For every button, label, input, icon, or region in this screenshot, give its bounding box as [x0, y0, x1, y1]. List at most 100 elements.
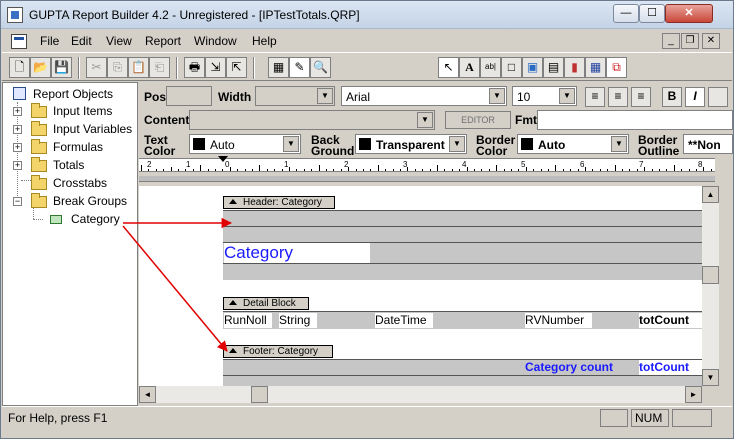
header-band-label[interactable]: Header: Category: [223, 196, 335, 209]
string-field[interactable]: String: [279, 313, 317, 328]
tree-item-input-variables[interactable]: + Input Variables: [3, 121, 137, 138]
menu-edit[interactable]: Edit: [71, 34, 92, 48]
break-groups-button[interactable]: ⧉: [606, 57, 627, 78]
cut-button[interactable]: ✂: [86, 57, 107, 78]
detail-band-label[interactable]: Detail Block: [223, 297, 309, 310]
expand-icon[interactable]: +: [13, 107, 22, 116]
expand-icon[interactable]: +: [13, 143, 22, 152]
dropdown-arrow-icon[interactable]: ▼: [417, 112, 433, 128]
horizontal-scrollbar[interactable]: ◄ ►: [139, 386, 702, 403]
dropdown-arrow-icon[interactable]: ▼: [317, 88, 333, 104]
ruler-indent-marker-icon[interactable]: [218, 156, 228, 162]
fmt-field[interactable]: [537, 110, 733, 130]
paste-special-button[interactable]: ⎗: [149, 57, 170, 78]
preview-button[interactable]: 🔍: [310, 57, 331, 78]
width-label: Width: [218, 90, 252, 104]
minimize-button[interactable]: —: [613, 4, 639, 23]
align-left-icon[interactable]: ≡: [585, 87, 605, 107]
tree-item-report-objects[interactable]: Report Objects: [7, 86, 137, 103]
underline-icon[interactable]: [708, 87, 728, 107]
chart-tool-button[interactable]: ▮: [564, 57, 585, 78]
pos-field[interactable]: [166, 86, 212, 106]
tree-item-break-groups[interactable]: − Break Groups: [3, 193, 137, 210]
scroll-left-button[interactable]: ◄: [139, 386, 156, 403]
document-icon[interactable]: [11, 34, 27, 49]
collapse-icon[interactable]: −: [13, 197, 22, 206]
tree-item-crosstabs[interactable]: Crosstabs: [3, 175, 137, 192]
background-select[interactable]: Transparent ▼: [355, 134, 467, 154]
table-tool-button[interactable]: ▤: [543, 57, 564, 78]
align-right-icon[interactable]: ≡: [631, 87, 651, 107]
menu-report[interactable]: Report: [145, 34, 181, 48]
text-color-select[interactable]: Auto ▼: [189, 134, 301, 154]
dropdown-arrow-icon[interactable]: ▼: [611, 136, 627, 152]
mdi-close-button[interactable]: ✕: [702, 33, 720, 49]
dropdown-arrow-icon[interactable]: ▼: [283, 136, 299, 152]
content-field[interactable]: ▼: [189, 110, 435, 130]
dropdown-arrow-icon[interactable]: ▼: [489, 88, 505, 104]
app-icon[interactable]: [7, 7, 23, 23]
export-button[interactable]: ⇱: [226, 57, 247, 78]
totcount-field[interactable]: totCount: [639, 313, 702, 328]
rvnumber-field[interactable]: RVNumber: [525, 313, 592, 328]
save-button[interactable]: 💾: [51, 57, 72, 78]
print-button[interactable]: 🖶: [184, 57, 205, 78]
width-field[interactable]: ▼: [255, 86, 335, 106]
collapse-triangle-icon[interactable]: [229, 199, 237, 204]
font-select[interactable]: Arial ▼: [341, 86, 507, 106]
scroll-down-button[interactable]: ▼: [702, 369, 719, 386]
scroll-up-button[interactable]: ▲: [702, 186, 719, 203]
menu-view[interactable]: View: [106, 34, 132, 48]
align-center-icon[interactable]: ≡: [608, 87, 628, 107]
pointer-tool-button[interactable]: ↖: [438, 57, 459, 78]
expand-icon[interactable]: +: [13, 125, 22, 134]
new-button[interactable]: 🗋: [9, 57, 30, 78]
picture-tool-button[interactable]: ▣: [522, 57, 543, 78]
close-button[interactable]: ✕: [665, 4, 713, 23]
collapse-triangle-icon[interactable]: [229, 348, 237, 353]
vertical-scroll-thumb[interactable]: [702, 266, 719, 284]
border-outline-select[interactable]: **Non: [683, 134, 733, 154]
tree-item-input-items[interactable]: + Input Items: [3, 103, 137, 120]
frame-tool-button[interactable]: □: [501, 57, 522, 78]
paste-button[interactable]: 📋: [128, 57, 149, 78]
footer-band-label[interactable]: Footer: Category: [223, 345, 333, 358]
maximize-button[interactable]: ☐: [639, 4, 665, 23]
edit-design-button[interactable]: ✎: [289, 57, 310, 78]
dropdown-arrow-icon[interactable]: ▼: [449, 136, 465, 152]
scroll-right-button[interactable]: ►: [685, 386, 702, 403]
menu-file[interactable]: File: [40, 34, 59, 48]
runnoll-field[interactable]: RunNoll: [224, 313, 272, 328]
footer-totcount-field[interactable]: totCount: [639, 360, 702, 375]
band-line: [223, 375, 702, 376]
crosstab-tool-button[interactable]: ▦: [585, 57, 606, 78]
copy-button[interactable]: ⎘: [107, 57, 128, 78]
bold-button[interactable]: B: [662, 87, 682, 107]
editor-button[interactable]: EDITOR: [445, 111, 511, 129]
open-button[interactable]: 📂: [30, 57, 51, 78]
border-color-select[interactable]: Auto ▼: [517, 134, 629, 154]
menu-window[interactable]: Window: [194, 34, 237, 48]
expand-icon[interactable]: +: [13, 161, 22, 170]
vertical-scrollbar[interactable]: ▲ ▼: [702, 186, 719, 386]
text-tool-button[interactable]: A: [459, 57, 480, 78]
field-tool-button[interactable]: ab|: [480, 57, 501, 78]
ruler-tick: [259, 165, 261, 171]
import-button[interactable]: ⇲: [205, 57, 226, 78]
category-count-label[interactable]: Category count: [525, 360, 635, 375]
mdi-restore-button[interactable]: ❐: [681, 33, 699, 49]
italic-button[interactable]: I: [685, 87, 705, 107]
collapse-triangle-icon[interactable]: [229, 300, 237, 305]
tree-item-category[interactable]: Category: [3, 211, 137, 228]
design-view-button[interactable]: ▦: [268, 57, 289, 78]
tree-item-totals[interactable]: + Totals: [3, 157, 137, 174]
font-size-select[interactable]: 10 ▼: [512, 86, 577, 106]
tree-item-formulas[interactable]: + Formulas: [3, 139, 137, 156]
dropdown-arrow-icon[interactable]: ▼: [559, 88, 575, 104]
mdi-minimize-button[interactable]: _: [662, 33, 680, 49]
menu-help[interactable]: Help: [252, 34, 277, 48]
horizontal-scroll-thumb[interactable]: [251, 386, 268, 403]
category-field[interactable]: Category: [224, 243, 370, 263]
report-design-canvas[interactable]: Header: Category Category Detail Block R…: [139, 186, 702, 386]
datetime-field[interactable]: DateTime: [375, 313, 433, 328]
